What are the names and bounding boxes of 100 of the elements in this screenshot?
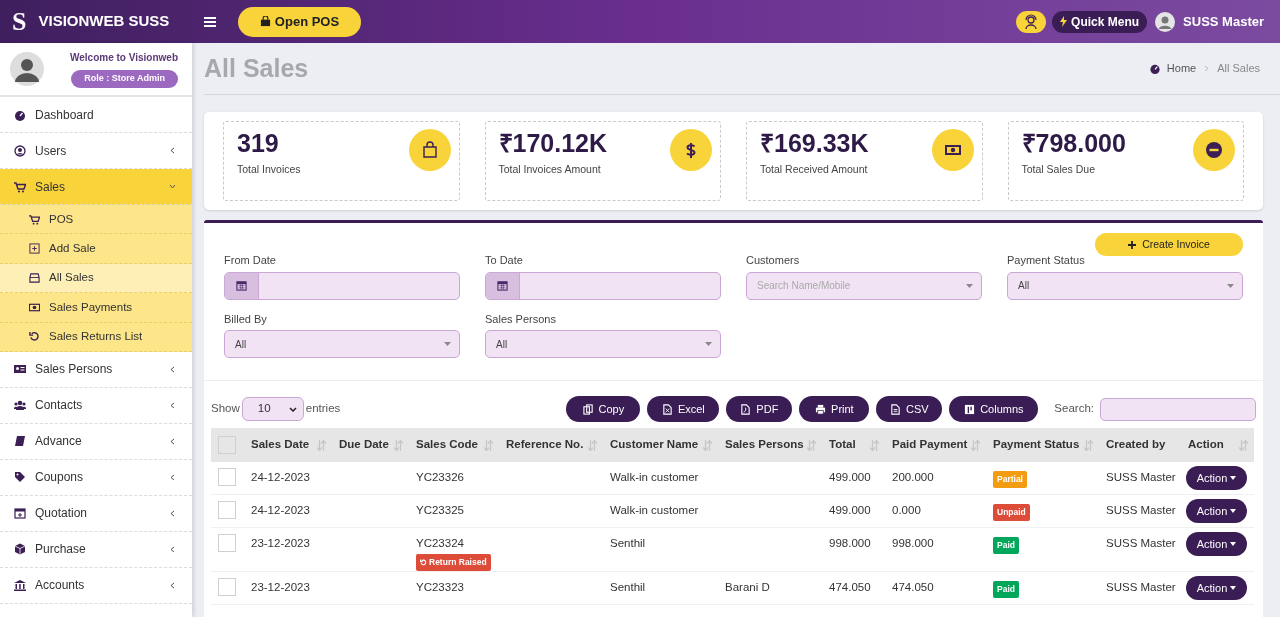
sort-arrows-icon [703,439,712,451]
create-invoice-button[interactable]: Create Invoice [1095,233,1243,256]
breadcrumb-link[interactable]: Home [1148,60,1197,77]
banknote-icon [29,301,40,313]
table-cell: 499.000 [829,471,871,483]
page-title: All Sales [204,52,309,84]
page-size-select[interactable]: 10 [241,397,304,421]
table-cell: 474.050 [892,581,934,593]
row-checkbox[interactable] [218,534,236,552]
table-cell: YC23325 [416,504,464,516]
chevron-left-icon [169,581,176,589]
table-cell: Barani D [725,581,770,593]
column-header[interactable]: Total [829,436,879,454]
cart-icon [14,180,26,193]
column-header[interactable]: Paid Payment [892,436,980,454]
quick-menu-button[interactable]: Quick Menu [1052,10,1148,33]
logo-letter: S [12,8,27,35]
column-header[interactable]: Due Date [339,436,403,454]
sidebar-item[interactable]: Advance [0,423,192,460]
sort-arrows-icon [394,439,403,451]
caret-down-icon [1230,586,1237,590]
sidebar-item[interactable]: Coupons [0,459,192,496]
table-cell: 474.050 [829,581,871,593]
action-button[interactable]: Action [1186,499,1247,523]
chevron-left-icon [169,437,176,445]
sidebar-item[interactable]: Sales [0,169,192,205]
table-cell: 998.000 [829,537,871,549]
stat-value: 319 [237,128,280,158]
return-raised-badge: Return Raised [416,554,491,571]
status-badge: Unpaid [993,504,1030,521]
sidebar-subitem[interactable]: All Sales [0,263,192,294]
export-button[interactable]: Columns [949,396,1039,422]
column-header[interactable]: Customer Name [610,436,712,454]
caret-down-icon [1230,542,1237,546]
sidebar-item[interactable]: Accounts [0,567,192,604]
chevron-down-icon [169,183,176,190]
table-cell: 24-12-2023 [251,504,310,516]
table-cell: SUSS Master [1106,471,1176,483]
column-header[interactable]: Reference No. [506,436,597,454]
columns-icon [964,403,976,415]
sidebar-item[interactable]: Contacts [0,387,192,424]
caret-down-icon [1227,283,1234,288]
sidebar-subitem[interactable]: Sales Payments [0,293,192,323]
select-field[interactable]: All [1007,271,1243,300]
column-header[interactable]: Sales Persons [725,436,816,454]
chevron-left-icon [169,401,176,409]
column-header[interactable]: Action [1188,436,1248,454]
column-header[interactable]: Sales Code [416,436,493,454]
sidebar-item[interactable]: Users [0,133,192,169]
table-cell: 998.000 [892,537,934,549]
bank-icon [14,579,26,592]
sort-arrows-icon [317,439,326,451]
field-label: To Date [485,253,524,268]
support-button[interactable] [1016,10,1047,33]
export-button[interactable]: Print [799,396,870,422]
table-cell: 23-12-2023 [251,537,310,549]
table-cell: YC23326 [416,471,464,483]
select-field[interactable]: All [224,330,460,358]
row-checkbox[interactable] [218,501,236,519]
sidebar-subitem[interactable]: Add Sale [0,234,192,264]
table-cell: 23-12-2023 [251,581,310,593]
column-header[interactable]: Payment Status [993,436,1093,454]
sidebar-item[interactable]: Sales Persons [0,351,192,388]
row-checkbox[interactable] [218,578,236,596]
file-pdf-icon [740,403,752,415]
row-checkbox[interactable] [218,468,236,486]
sidebar-item[interactable]: Quotation [0,495,192,532]
sidebar-item[interactable]: Purchase [0,531,192,568]
table-cell: SUSS Master [1106,537,1176,549]
date-field[interactable] [485,271,721,300]
open-pos-button[interactable]: Open POS [238,6,361,37]
chevron-left-icon [169,473,176,481]
export-button[interactable]: Copy [566,396,641,422]
sort-arrows-icon [870,439,879,451]
sidebar-subitem[interactable]: POS [0,205,192,235]
action-button[interactable]: Action [1186,532,1247,556]
stat-label: Total Received Amount [760,162,869,177]
file-x-icon [661,403,673,415]
stat-label: Total Sales Due [1021,162,1097,177]
chevron-left-icon [169,365,176,373]
date-field[interactable] [224,271,460,300]
user-menu[interactable]: SUSS Master [1155,11,1264,32]
gauge-icon [1148,63,1161,74]
sort-arrows-icon [1239,439,1248,451]
action-button[interactable]: Action [1186,576,1247,600]
sidebar-item[interactable]: Dashboard [0,97,192,133]
export-button[interactable]: PDF [726,396,793,422]
table-cell: 24-12-2023 [251,471,310,483]
export-button[interactable]: CSV [876,396,943,422]
sidebar-subitem[interactable]: Sales Returns List [0,322,192,352]
select-field[interactable]: All [485,330,721,358]
search-field[interactable] [1100,397,1256,421]
file-lines-icon [890,403,902,415]
action-button[interactable]: Action [1186,466,1247,490]
shopping-bag-icon [259,16,271,27]
inbox-tray-icon [29,272,40,284]
column-header[interactable]: Sales Date [251,436,326,454]
entries-label: entries [305,401,341,417]
export-button[interactable]: Excel [647,396,720,422]
table-cell: SUSS Master [1106,581,1176,593]
